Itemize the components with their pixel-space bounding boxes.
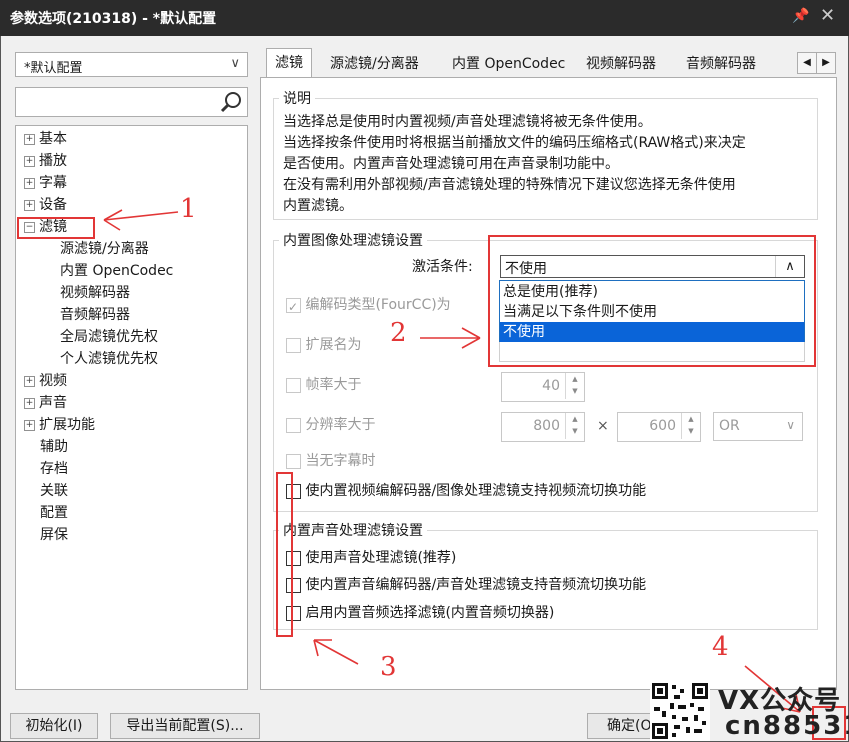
watermark-line2: cn88531	[725, 711, 849, 741]
annotation-label-3: 3	[380, 652, 397, 682]
arrow-2-icon	[420, 327, 481, 349]
annotation-arrows	[103, 209, 801, 713]
qr-code-icon	[650, 681, 710, 741]
annotation-label-1: 1	[180, 194, 197, 224]
arrow-1-icon	[103, 209, 179, 231]
annotation-label-4: 4	[712, 632, 729, 662]
arrow-3-icon	[313, 639, 359, 665]
annotation-label-2: 2	[390, 318, 407, 348]
